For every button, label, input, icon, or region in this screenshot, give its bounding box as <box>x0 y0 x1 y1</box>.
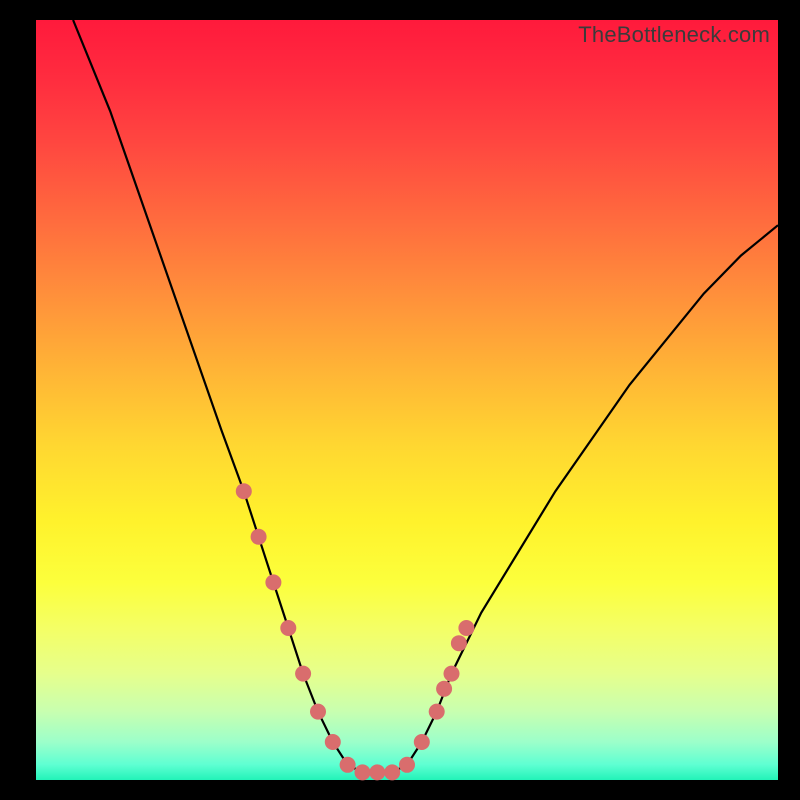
data-marker <box>384 764 400 780</box>
markers-group <box>236 483 475 780</box>
data-marker <box>436 681 452 697</box>
data-marker <box>444 666 460 682</box>
data-marker <box>414 734 430 750</box>
data-marker <box>295 666 311 682</box>
plot-area: TheBottleneck.com <box>36 20 778 780</box>
data-marker <box>251 529 267 545</box>
data-marker <box>236 483 252 499</box>
data-marker <box>429 704 445 720</box>
data-marker <box>265 574 281 590</box>
bottleneck-curve-line <box>73 20 778 772</box>
data-marker <box>399 757 415 773</box>
data-marker <box>369 764 385 780</box>
data-marker <box>325 734 341 750</box>
data-marker <box>355 764 371 780</box>
chart-svg <box>36 20 778 780</box>
data-marker <box>340 757 356 773</box>
data-marker <box>310 704 326 720</box>
chart-frame: TheBottleneck.com <box>0 0 800 800</box>
data-marker <box>451 635 467 651</box>
data-marker <box>280 620 296 636</box>
data-marker <box>458 620 474 636</box>
